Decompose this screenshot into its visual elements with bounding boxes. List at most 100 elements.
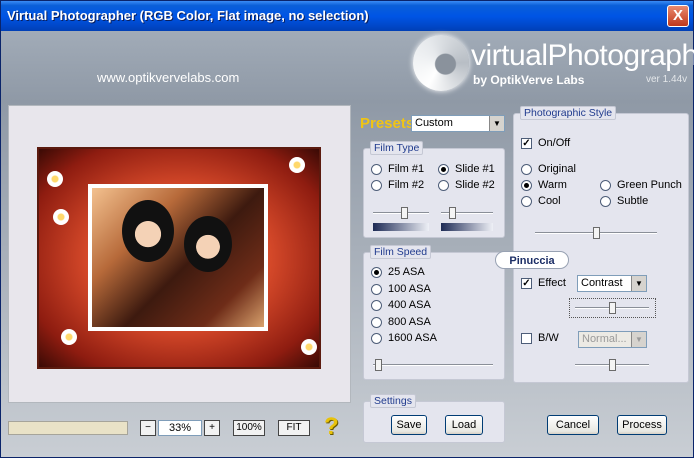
photographic-style-title: Photographic Style — [520, 106, 617, 120]
presets-dropdown[interactable]: Custom ▼ — [411, 115, 505, 132]
flower-decoration — [289, 157, 305, 173]
logo-swirl-icon — [413, 35, 469, 91]
style-onoff-checkbox[interactable]: ✓ On/Off — [521, 137, 570, 151]
version-label: ver 1.44v — [646, 74, 688, 85]
logo-text: virtualPhotographer — [471, 39, 694, 72]
checkbox-icon — [521, 332, 532, 344]
radio-icon — [600, 195, 611, 207]
film-speed-100[interactable]: 100 ASA — [371, 283, 431, 297]
radio-icon — [521, 163, 532, 175]
radio-icon — [371, 299, 382, 311]
film-type-slider-2[interactable] — [441, 207, 493, 219]
film-speed-800[interactable]: 800 ASA — [371, 316, 431, 330]
load-button[interactable]: Load — [445, 415, 483, 435]
option-label: B/W — [538, 332, 559, 344]
film-speed-slider[interactable] — [373, 359, 493, 371]
radio-selected-icon — [521, 179, 532, 191]
film-speed-400[interactable]: 400 ASA — [371, 299, 431, 313]
slider-thumb[interactable] — [401, 207, 408, 219]
option-label: Slide #1 — [455, 163, 495, 175]
titlebar[interactable]: Virtual Photographer (RGB Color, Flat im… — [1, 1, 693, 31]
option-label: Effect — [538, 277, 566, 289]
radio-selected-icon — [371, 266, 382, 278]
radio-icon — [521, 195, 532, 207]
option-label: Original — [538, 163, 576, 175]
option-label: Subtle — [617, 195, 649, 207]
portrait-figure — [122, 200, 174, 262]
portrait-figure — [184, 216, 232, 272]
style-cool[interactable]: Cool — [521, 195, 561, 209]
zoom-out-button[interactable]: − — [140, 420, 156, 436]
radio-icon — [371, 332, 382, 344]
radio-icon — [438, 179, 449, 191]
style-warm[interactable]: Warm — [521, 179, 567, 193]
option-label: Green Punch — [617, 179, 682, 191]
option-label: Film #1 — [388, 163, 425, 175]
settings-group: Settings — [363, 394, 505, 443]
bw-checkbox[interactable]: B/W — [521, 332, 559, 346]
slider-thumb[interactable] — [375, 359, 382, 371]
film-type-slider-1[interactable] — [373, 207, 429, 219]
checkbox-checked-icon: ✓ — [521, 137, 532, 149]
zoom-value: 33% — [158, 420, 202, 436]
help-icon[interactable]: ? — [324, 413, 339, 441]
film-type-slide1[interactable]: Slide #1 — [438, 163, 495, 177]
settings-title: Settings — [370, 394, 416, 408]
watermark-label: Pinuccia — [495, 251, 569, 269]
flower-decoration — [53, 209, 69, 225]
flower-decoration — [61, 329, 77, 345]
presets-label: Presets — [360, 115, 415, 132]
chevron-down-icon: ▼ — [631, 276, 646, 291]
option-label: Film #2 — [388, 179, 425, 191]
slider-thumb[interactable] — [593, 227, 600, 239]
zoom-100-button[interactable]: 100% — [233, 420, 265, 436]
slider-thumb[interactable] — [609, 359, 616, 371]
style-original[interactable]: Original — [521, 163, 576, 177]
style-subtle[interactable]: Subtle — [600, 195, 648, 209]
radio-selected-icon — [438, 163, 449, 175]
cancel-button[interactable]: Cancel — [547, 415, 599, 435]
save-button[interactable]: Save — [391, 415, 427, 435]
film-type-film1[interactable]: Film #1 — [371, 163, 424, 177]
slider-thumb[interactable] — [609, 302, 616, 314]
bw-dropdown[interactable]: Normal... ▼ — [578, 331, 647, 348]
slider-track — [373, 364, 493, 366]
app-window: Virtual Photographer (RGB Color, Flat im… — [0, 0, 694, 458]
chevron-down-icon: ▼ — [489, 116, 504, 131]
zoom-in-button[interactable]: + — [204, 420, 220, 436]
slider-thumb[interactable] — [449, 207, 456, 219]
process-button[interactable]: Process — [617, 415, 667, 435]
film-type-title: Film Type — [370, 141, 424, 155]
effect-selected: Contrast — [581, 277, 623, 289]
effect-slider[interactable] — [575, 302, 649, 314]
film-speed-1600[interactable]: 1600 ASA — [371, 332, 437, 346]
website-link[interactable]: www.optikvervelabs.com — [97, 70, 239, 85]
film-type-film2[interactable]: Film #2 — [371, 179, 424, 193]
option-label: On/Off — [538, 137, 571, 149]
radio-icon — [371, 163, 382, 175]
option-label: 25 ASA — [388, 266, 425, 278]
flower-decoration — [47, 171, 63, 187]
effect-dropdown[interactable]: Contrast ▼ — [577, 275, 647, 292]
radio-icon — [371, 179, 382, 191]
option-label: 1600 ASA — [388, 332, 437, 344]
radio-icon — [371, 316, 382, 328]
gradient-bar — [373, 223, 429, 231]
effect-checkbox[interactable]: ✓ Effect — [521, 277, 566, 291]
zoom-fit-button[interactable]: FIT — [278, 420, 310, 436]
style-green-punch[interactable]: Green Punch — [600, 179, 682, 193]
film-type-slide2[interactable]: Slide #2 — [438, 179, 495, 193]
window-title: Virtual Photographer (RGB Color, Flat im… — [7, 8, 369, 23]
option-label: Warm — [538, 179, 567, 191]
bw-selected: Normal... — [582, 333, 627, 345]
option-label: Cool — [538, 195, 561, 207]
chevron-down-icon: ▼ — [631, 332, 646, 347]
style-slider[interactable] — [535, 227, 657, 239]
film-speed-25[interactable]: 25 ASA — [371, 266, 425, 280]
bw-slider[interactable] — [575, 359, 649, 371]
progress-bar — [8, 421, 128, 435]
close-button[interactable]: X — [667, 5, 689, 27]
option-label: 800 ASA — [388, 316, 431, 328]
option-label: 100 ASA — [388, 283, 431, 295]
logo-byline: by OptikVerve Labs — [473, 73, 585, 87]
